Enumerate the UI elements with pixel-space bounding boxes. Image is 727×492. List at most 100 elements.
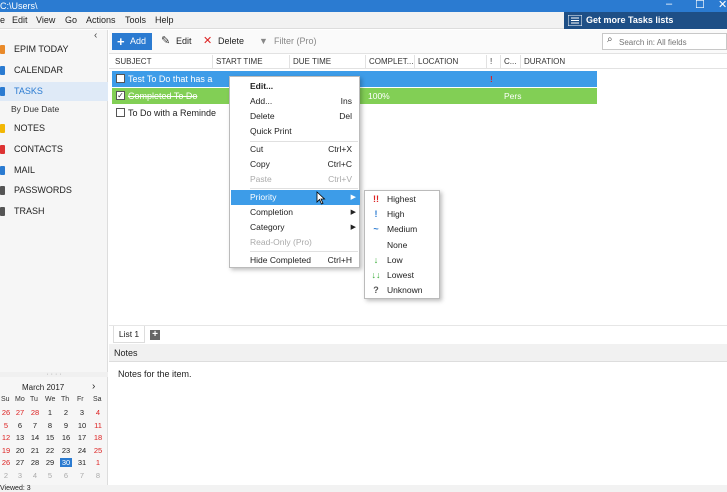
add-button[interactable]: + Add: [112, 33, 152, 50]
calendar-day[interactable]: 10: [76, 421, 88, 430]
calendar-day[interactable]: 16: [60, 433, 72, 442]
next-month-icon[interactable]: ›: [92, 381, 95, 392]
calendar-day[interactable]: 6: [60, 471, 72, 480]
priority-item-unknown[interactable]: ? Unknown: [366, 283, 440, 298]
minimize-button[interactable]: –: [666, 0, 672, 10]
priority-item-low[interactable]: ↓ Low: [366, 253, 440, 268]
task-checkbox-checked[interactable]: ✓: [116, 91, 125, 100]
priority-item-high[interactable]: ! High: [366, 207, 440, 222]
column-location[interactable]: LOCATION: [415, 55, 487, 69]
menu-edit[interactable]: Edit: [12, 14, 28, 27]
calendar-day[interactable]: 21: [29, 446, 41, 455]
calendar-day[interactable]: 1: [92, 458, 104, 467]
sidebar-subitem-by-due-date[interactable]: By Due Date: [11, 104, 59, 114]
task-checkbox[interactable]: [116, 108, 125, 117]
calendar-day[interactable]: 12: [0, 433, 12, 442]
menu-item-cut[interactable]: Cut Ctrl+X: [231, 142, 360, 157]
calendar-day[interactable]: 31: [76, 458, 88, 467]
calendar-day[interactable]: 8: [92, 471, 104, 480]
sidebar-item-contacts[interactable]: CONTACTS: [0, 140, 108, 159]
sidebar-item-tasks[interactable]: TASKS: [0, 82, 108, 101]
task-checkbox[interactable]: [116, 74, 125, 83]
column-due-time[interactable]: DUE TIME: [290, 55, 366, 69]
calendar-day[interactable]: 15: [44, 433, 56, 442]
menu-item-add[interactable]: Add... Ins: [231, 94, 360, 109]
calendar-day[interactable]: 5: [0, 421, 12, 430]
menu-item-completion[interactable]: Completion ▶: [231, 205, 360, 220]
calendar-day[interactable]: 3: [76, 408, 88, 417]
sidebar-item-calendar[interactable]: CALENDAR: [0, 61, 108, 80]
calendar-day[interactable]: 2: [60, 408, 72, 417]
calendar-day[interactable]: 25: [92, 446, 104, 455]
menu-item-quick-print[interactable]: Quick Print: [231, 124, 360, 139]
column-subject[interactable]: SUBJECT: [112, 55, 213, 69]
calendar-day[interactable]: 29: [44, 458, 56, 467]
calendar-day[interactable]: 30: [60, 458, 72, 467]
calendar-day[interactable]: 23: [60, 446, 72, 455]
calendar-day[interactable]: 11: [92, 421, 104, 430]
calendar-day[interactable]: 4: [29, 471, 41, 480]
column-category[interactable]: C...: [501, 55, 521, 69]
delete-button[interactable]: ✕ Delete: [203, 33, 253, 50]
priority-item-none[interactable]: None: [366, 238, 440, 253]
calendar-day[interactable]: 28: [29, 458, 41, 467]
calendar-day[interactable]: 8: [44, 421, 56, 430]
menu-file[interactable]: e: [0, 14, 5, 27]
priority-item-lowest[interactable]: ↓↓ Lowest: [366, 268, 440, 283]
priority-item-highest[interactable]: !! Highest: [366, 192, 440, 207]
menu-item-edit[interactable]: Edit...: [231, 79, 360, 94]
calendar-day[interactable]: 22: [44, 446, 56, 455]
calendar-day[interactable]: 26: [0, 458, 12, 467]
column-priority[interactable]: !: [487, 55, 501, 69]
calendar-day[interactable]: 2: [0, 471, 12, 480]
filter-button[interactable]: ▼ Filter (Pro): [259, 33, 324, 50]
calendar-day[interactable]: 5: [44, 471, 56, 480]
edit-button[interactable]: ✎ Edit: [161, 33, 201, 50]
calendar-day[interactable]: 3: [14, 471, 26, 480]
calendar-day[interactable]: 27: [14, 458, 26, 467]
column-complete[interactable]: COMPLET...: [366, 55, 415, 69]
menu-item-priority[interactable]: Priority ▶: [231, 190, 360, 205]
column-start-time[interactable]: START TIME: [213, 55, 290, 69]
maximize-button[interactable]: ☐: [695, 0, 705, 11]
sidebar-item-trash[interactable]: TRASH: [0, 202, 108, 221]
calendar-day[interactable]: 19: [0, 446, 12, 455]
calendar-day[interactable]: 17: [76, 433, 88, 442]
calendar-day[interactable]: 4: [92, 408, 104, 417]
close-button[interactable]: ✕: [718, 0, 727, 11]
menu-tools[interactable]: Tools: [125, 14, 146, 27]
notes-editor[interactable]: Notes for the item.: [109, 363, 727, 485]
calendar-day[interactable]: 9: [60, 421, 72, 430]
sidebar-splitter[interactable]: · · · ·: [0, 371, 108, 378]
menu-help[interactable]: Help: [155, 14, 174, 27]
calendar-day[interactable]: 13: [14, 433, 26, 442]
calendar-day[interactable]: 18: [92, 433, 104, 442]
calendar-day[interactable]: 7: [76, 471, 88, 480]
column-duration[interactable]: DURATION: [521, 55, 581, 69]
calendar-day[interactable]: 1: [44, 408, 56, 417]
sidebar-item-epim-today[interactable]: EPIM TODAY: [0, 40, 108, 59]
menu-item-copy[interactable]: Copy Ctrl+C: [231, 157, 360, 172]
calendar-day[interactable]: 27: [14, 408, 26, 417]
calendar-day[interactable]: 28: [29, 408, 41, 417]
calendar-day[interactable]: 20: [14, 446, 26, 455]
calendar-day[interactable]: 14: [29, 433, 41, 442]
priority-item-medium[interactable]: ~ Medium: [366, 222, 440, 237]
calendar-day[interactable]: 6: [14, 421, 26, 430]
sidebar-item-notes[interactable]: NOTES: [0, 119, 108, 138]
calendar-day[interactable]: 24: [76, 446, 88, 455]
calendar-day[interactable]: 26: [0, 408, 12, 417]
add-list-tab-icon[interactable]: +: [150, 330, 160, 340]
sidebar-item-mail[interactable]: MAIL: [0, 161, 108, 180]
menu-item-hide-completed[interactable]: Hide Completed Ctrl+H: [231, 253, 360, 268]
calendar-day[interactable]: 7: [29, 421, 41, 430]
menu-go[interactable]: Go: [65, 14, 77, 27]
sidebar-item-passwords[interactable]: PASSWORDS: [0, 181, 108, 200]
tab-list-1[interactable]: List 1: [113, 326, 145, 343]
search-input[interactable]: [619, 36, 724, 48]
menu-item-delete[interactable]: Delete Del: [231, 109, 360, 124]
menu-actions[interactable]: Actions: [86, 14, 116, 27]
menu-item-category[interactable]: Category ▶: [231, 220, 360, 235]
get-more-tasks-button[interactable]: Get more Tasks lists: [564, 12, 727, 29]
menu-view[interactable]: View: [36, 14, 55, 27]
